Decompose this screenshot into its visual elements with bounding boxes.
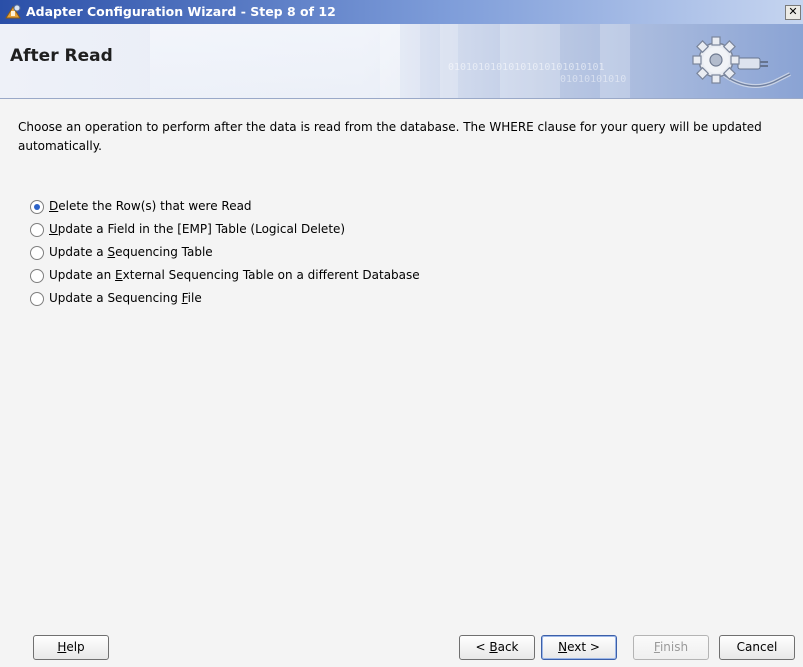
instruction-text: Choose an operation to perform after the…	[18, 120, 762, 153]
gear-plug-icon	[692, 36, 791, 88]
radio-button[interactable]	[30, 269, 44, 283]
adapter-wizard-icon	[5, 4, 21, 19]
back-button[interactable]: < Back	[459, 635, 535, 660]
help-button[interactable]: Help	[33, 635, 109, 660]
radio-button[interactable]	[30, 223, 44, 237]
option-label: Update a Sequencing File	[49, 291, 202, 305]
banner-divider	[0, 98, 803, 99]
page-heading: After Read	[10, 46, 113, 66]
next-button[interactable]: Next >	[541, 635, 617, 660]
option-label: Delete the Row(s) that were Read	[49, 199, 252, 213]
title-bar: Adapter Configuration Wizard - Step 8 of…	[0, 0, 803, 24]
wizard-banner: 01010101010101010101010101 01010101010 A…	[0, 24, 803, 98]
radio-button[interactable]	[30, 200, 44, 214]
close-icon: ✕	[788, 5, 798, 18]
window-title: Adapter Configuration Wizard - Step 8 of…	[26, 4, 336, 19]
close-button[interactable]: ✕	[785, 5, 801, 20]
wizard-window: Adapter Configuration Wizard - Step 8 of…	[0, 0, 803, 667]
radio-button[interactable]	[30, 246, 44, 260]
finish-button[interactable]: Finish	[633, 635, 709, 660]
radio-button[interactable]	[30, 292, 44, 306]
option-label: Update an External Sequencing Table on a…	[49, 268, 420, 282]
option-label: Update a Field in the [EMP] Table (Logic…	[49, 222, 346, 236]
banner-binary-text-2: 01010101010	[560, 74, 627, 85]
cancel-button[interactable]: Cancel	[719, 635, 795, 660]
banner-binary-text: 01010101010101010101010101	[448, 62, 605, 73]
option-label: Update a Sequencing Table	[49, 245, 213, 259]
